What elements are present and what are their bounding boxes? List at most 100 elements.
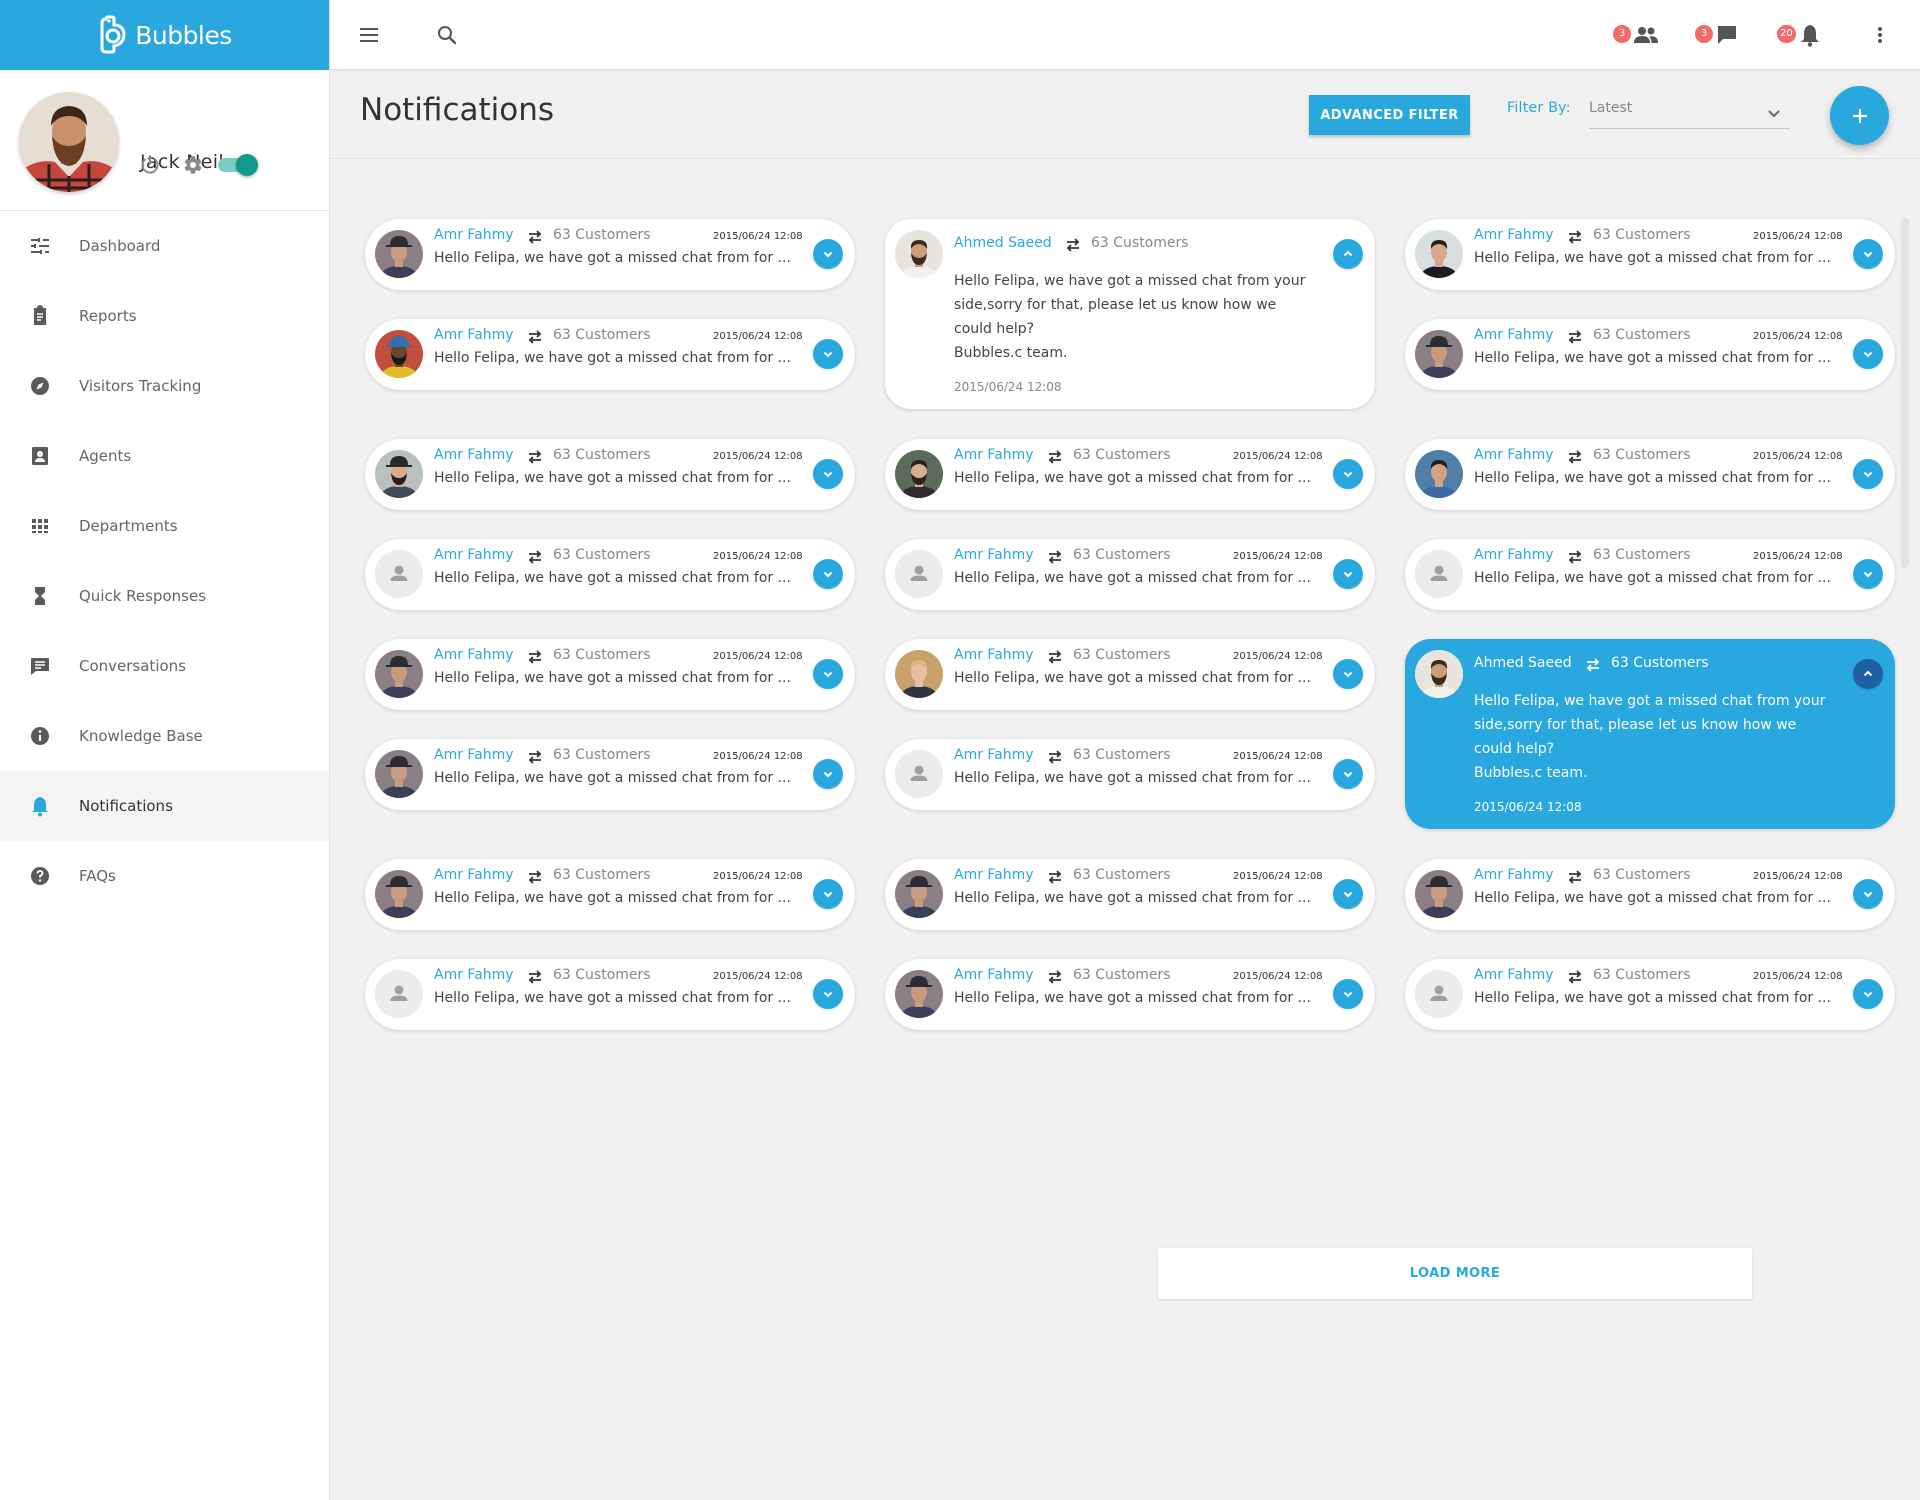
expand-button[interactable]	[1333, 559, 1363, 589]
notification-card[interactable]: Amr Fahmy 63 Customers 2015/06/24 12:08 Hel…	[365, 959, 855, 1030]
brand-header[interactable]: Bubbles	[0, 0, 329, 70]
sender-name[interactable]: Amr Fahmy	[954, 967, 1034, 983]
sender-name[interactable]: Amr Fahmy	[1474, 227, 1554, 243]
avatar[interactable]	[375, 450, 423, 498]
expand-button[interactable]	[1333, 879, 1363, 909]
avatar[interactable]	[375, 970, 423, 1018]
notification-card[interactable]: Amr Fahmy 63 Customers 2015/06/24 12:08 Hel…	[1405, 439, 1895, 510]
sender-name[interactable]: Amr Fahmy	[434, 227, 514, 243]
sender-name[interactable]: Ahmed Saeed	[954, 235, 1052, 251]
notification-card[interactable]: Amr Fahmy 63 Customers 2015/06/24 12:08 Hel…	[885, 439, 1375, 510]
avatar[interactable]	[1415, 230, 1463, 278]
notification-card[interactable]: Amr Fahmy 63 Customers 2015/06/24 12:08 Hel…	[365, 219, 855, 290]
sender-name[interactable]: Amr Fahmy	[1474, 327, 1554, 343]
power-icon[interactable]	[138, 153, 162, 177]
expand-button[interactable]	[813, 659, 843, 689]
avatar[interactable]	[895, 870, 943, 918]
chat-notifications[interactable]: 3	[1695, 22, 1741, 48]
sender-name[interactable]: Amr Fahmy	[954, 747, 1034, 763]
expand-button[interactable]	[1853, 979, 1883, 1009]
sender-name[interactable]: Amr Fahmy	[954, 447, 1034, 463]
sender-name[interactable]: Amr Fahmy	[954, 867, 1034, 883]
advanced-filter-button[interactable]: ADVANCED FILTER	[1309, 95, 1470, 135]
expand-button[interactable]	[1853, 559, 1883, 589]
hamburger-menu-icon[interactable]	[355, 21, 383, 49]
expand-button[interactable]	[813, 559, 843, 589]
expand-button[interactable]	[1853, 459, 1883, 489]
expand-button[interactable]	[1333, 459, 1363, 489]
notification-card[interactable]: Ahmed Saeed 63 Customers Hello Felipa, we …	[1405, 639, 1895, 829]
sidebar-item-quick-responses[interactable]: Quick Responses	[0, 561, 329, 631]
sidebar-item-visitors-tracking[interactable]: Visitors Tracking	[0, 351, 329, 421]
bell-notifications[interactable]: 20	[1777, 22, 1823, 48]
sender-name[interactable]: Amr Fahmy	[1474, 547, 1554, 563]
expand-button[interactable]	[1333, 759, 1363, 789]
avatar[interactable]	[895, 970, 943, 1018]
collapse-button[interactable]	[1333, 239, 1363, 269]
avatar[interactable]	[895, 230, 943, 278]
notification-card[interactable]: Amr Fahmy 63 Customers 2015/06/24 12:08 Hel…	[1405, 319, 1895, 390]
avatar[interactable]	[895, 750, 943, 798]
avatar[interactable]	[1415, 650, 1463, 698]
notification-card[interactable]: Amr Fahmy 63 Customers 2015/06/24 12:08 Hel…	[885, 739, 1375, 810]
notification-card[interactable]: Amr Fahmy 63 Customers 2015/06/24 12:08 Hel…	[365, 739, 855, 810]
expand-button[interactable]	[813, 339, 843, 369]
avatar[interactable]	[375, 230, 423, 278]
avatar[interactable]	[1415, 550, 1463, 598]
notification-card[interactable]: Amr Fahmy 63 Customers 2015/06/24 12:08 Hel…	[365, 439, 855, 510]
sender-name[interactable]: Amr Fahmy	[954, 647, 1034, 663]
avatar[interactable]	[1415, 450, 1463, 498]
sidebar-item-departments[interactable]: Departments	[0, 491, 329, 561]
availability-toggle[interactable]	[216, 154, 258, 176]
avatar[interactable]	[1415, 330, 1463, 378]
notification-card[interactable]: Amr Fahmy 63 Customers 2015/06/24 12:08 Hel…	[1405, 219, 1895, 290]
sender-name[interactable]: Ahmed Saeed	[1474, 655, 1572, 671]
expand-button[interactable]	[813, 979, 843, 1009]
sender-name[interactable]: Amr Fahmy	[434, 547, 514, 563]
sender-name[interactable]: Amr Fahmy	[1474, 967, 1554, 983]
sidebar-item-notifications[interactable]: Notifications	[0, 771, 329, 841]
sender-name[interactable]: Amr Fahmy	[434, 967, 514, 983]
sidebar-item-knowledge-base[interactable]: Knowledge Base	[0, 701, 329, 771]
notification-card[interactable]: Amr Fahmy 63 Customers 2015/06/24 12:08 Hel…	[1405, 959, 1895, 1030]
sender-name[interactable]: Amr Fahmy	[954, 547, 1034, 563]
notification-card[interactable]: Amr Fahmy 63 Customers 2015/06/24 12:08 Hel…	[1405, 859, 1895, 930]
filter-by-select[interactable]: Latest	[1589, 95, 1790, 129]
scrollbar[interactable]	[1901, 218, 1909, 568]
sidebar-item-reports[interactable]: Reports	[0, 281, 329, 351]
settings-gear-icon[interactable]	[180, 153, 204, 177]
sidebar-item-faqs[interactable]: FAQs	[0, 841, 329, 911]
more-vertical-icon[interactable]	[1866, 21, 1894, 49]
avatar[interactable]	[375, 550, 423, 598]
expand-button[interactable]	[813, 459, 843, 489]
notification-card[interactable]: Amr Fahmy 63 Customers 2015/06/24 12:08 Hel…	[365, 859, 855, 930]
expand-button[interactable]	[1853, 879, 1883, 909]
sender-name[interactable]: Amr Fahmy	[434, 647, 514, 663]
expand-button[interactable]	[813, 759, 843, 789]
avatar[interactable]	[375, 870, 423, 918]
sender-name[interactable]: Amr Fahmy	[1474, 447, 1554, 463]
add-button[interactable]	[1830, 86, 1889, 145]
avatar[interactable]	[895, 550, 943, 598]
expand-button[interactable]	[813, 879, 843, 909]
avatar[interactable]	[1415, 870, 1463, 918]
expand-button[interactable]	[813, 239, 843, 269]
notification-card[interactable]: Amr Fahmy 63 Customers 2015/06/24 12:08 Hel…	[1405, 539, 1895, 610]
collapse-button[interactable]	[1853, 659, 1883, 689]
notification-card[interactable]: Amr Fahmy 63 Customers 2015/06/24 12:08 Hel…	[365, 539, 855, 610]
avatar[interactable]	[1415, 970, 1463, 1018]
notification-card[interactable]: Amr Fahmy 63 Customers 2015/06/24 12:08 Hel…	[885, 539, 1375, 610]
user-avatar[interactable]	[19, 92, 119, 192]
sidebar-item-conversations[interactable]: Conversations	[0, 631, 329, 701]
avatar[interactable]	[895, 450, 943, 498]
notification-card[interactable]: Amr Fahmy 63 Customers 2015/06/24 12:08 Hel…	[885, 859, 1375, 930]
sidebar-item-agents[interactable]: Agents	[0, 421, 329, 491]
notification-card[interactable]: Amr Fahmy 63 Customers 2015/06/24 12:08 Hel…	[885, 959, 1375, 1030]
sender-name[interactable]: Amr Fahmy	[1474, 867, 1554, 883]
search-icon[interactable]	[433, 21, 461, 49]
sidebar-item-dashboard[interactable]: Dashboard	[0, 211, 329, 281]
people-notifications[interactable]: 3	[1613, 22, 1663, 48]
notification-card[interactable]: Ahmed Saeed 63 Customers Hello Felipa, we …	[885, 219, 1375, 409]
avatar[interactable]	[375, 750, 423, 798]
load-more-button[interactable]: LOAD MORE	[1158, 1248, 1752, 1299]
